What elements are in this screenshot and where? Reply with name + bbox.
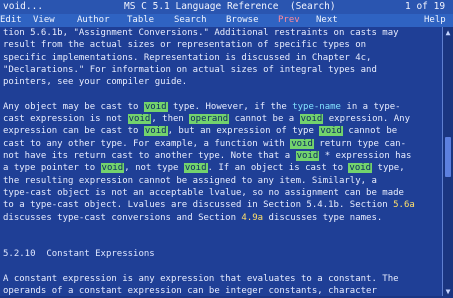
text-line: cast to any other type. For example, a f… xyxy=(3,138,406,149)
menu-edit[interactable]: Edit xyxy=(0,14,22,27)
highlighted-keyword: void xyxy=(290,138,314,149)
highlighted-keyword: void xyxy=(295,151,320,161)
highlighted-keyword: void xyxy=(127,114,152,125)
menu-prev[interactable]: Prev xyxy=(278,14,300,27)
highlighted-keyword: void xyxy=(319,126,343,137)
text-line: "Declarations." For information on actua… xyxy=(3,64,377,75)
menu-next[interactable]: Next xyxy=(316,14,338,27)
highlighted-keyword: void xyxy=(100,163,125,174)
section-link[interactable]: 4.9a xyxy=(241,213,263,223)
menu-author[interactable]: Author xyxy=(77,14,110,27)
page-indicator: 1 of 19 xyxy=(405,1,446,12)
text-line: tion 5.6.1b, "Assignment Conversions." A… xyxy=(3,28,399,38)
text-line: specific implementations. Representation… xyxy=(3,52,372,63)
document-content: tion 5.6.1b, "Assignment Conversions." A… xyxy=(0,27,442,298)
highlighted-keyword: void xyxy=(299,114,324,125)
window-title: MS C 5.1 Language Reference (Search) xyxy=(124,1,336,12)
text-line: cast expression is not void, then operan… xyxy=(3,114,411,125)
text-line: discusses type-cast conversions and Sect… xyxy=(3,212,383,223)
text-line: pointers, see your compiler guide. xyxy=(3,77,188,88)
menu-help[interactable]: Help xyxy=(424,14,446,27)
highlighted-keyword: void xyxy=(183,163,208,174)
scroll-down-icon[interactable]: ▼ xyxy=(444,288,452,296)
title-bar: void... MS C 5.1 Language Reference (Sea… xyxy=(0,0,453,14)
text-line: expression can be cast to void, but an e… xyxy=(3,126,398,137)
search-query-title: void... xyxy=(3,1,44,12)
text-line: type-cast object is not an acceptable lv… xyxy=(3,187,404,198)
highlighted-keyword: void xyxy=(348,163,373,174)
text-line: result from the actual sizes or represen… xyxy=(3,40,367,51)
text-line: a type pointer to void, not type void. I… xyxy=(3,163,405,174)
menu-bar: Edit View Author Table Search Browse Pre… xyxy=(0,14,453,27)
text-line: to a type-cast object. Lvalues are discu… xyxy=(3,200,415,211)
text-line: A constant expression is any expression … xyxy=(3,274,399,284)
menu-search[interactable]: Search xyxy=(174,14,207,27)
scroll-up-icon[interactable]: ▲ xyxy=(444,29,452,37)
section-heading: 5.2.10 Constant Expressions xyxy=(3,249,155,260)
scroll-thumb[interactable] xyxy=(445,137,451,177)
menu-table[interactable]: Table xyxy=(127,14,154,27)
text-line: not have its return cast to another type… xyxy=(3,151,412,161)
section-link[interactable]: 5.6a xyxy=(393,200,415,210)
text-line: Any object may be cast to void type. How… xyxy=(3,101,401,112)
menu-view[interactable]: View xyxy=(33,14,55,27)
vertical-scrollbar[interactable]: ▲ ▼ xyxy=(442,27,453,298)
highlighted-keyword: void xyxy=(143,126,168,137)
text-line: the resulting expression cannot be assig… xyxy=(3,175,377,186)
highlighted-keyword: operand xyxy=(189,114,230,125)
highlighted-keyword: void xyxy=(143,101,168,112)
menu-browse[interactable]: Browse xyxy=(226,14,259,27)
type-name-link[interactable]: type-name xyxy=(292,102,341,112)
help-window: void... MS C 5.1 Language Reference (Sea… xyxy=(0,0,453,298)
